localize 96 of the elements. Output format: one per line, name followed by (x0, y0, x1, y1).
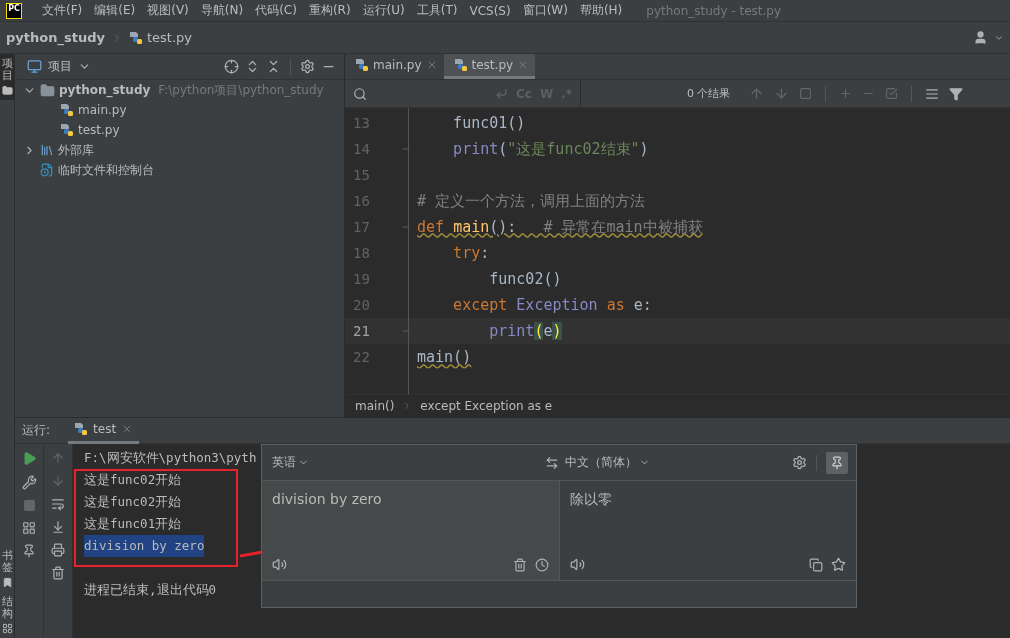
breadcrumb[interactable]: main() (355, 399, 395, 413)
menu-item[interactable]: 视图(V) (141, 2, 195, 19)
panel-title: 运行: (22, 422, 51, 439)
menu-item[interactable]: 帮助(H) (573, 2, 629, 19)
console-line: 这是func01开始 (84, 515, 182, 533)
history-icon[interactable] (534, 557, 549, 572)
tool-window-tab[interactable]: 结构 (0, 591, 15, 638)
python-file-icon (74, 422, 89, 436)
soft-wrap-icon[interactable] (51, 497, 65, 511)
code-line: try: (452, 244, 490, 262)
line-number: 22 (352, 349, 371, 365)
project-icon (27, 59, 42, 74)
language-dropdown[interactable]: 中文（简体） (565, 454, 650, 471)
pin-icon (830, 455, 844, 470)
trash-icon[interactable] (51, 566, 65, 580)
editor-tab[interactable]: test.py (443, 54, 536, 79)
speaker-icon[interactable] (272, 557, 287, 572)
editor-tab[interactable]: main.py (345, 54, 444, 79)
code-line: print(e) (488, 322, 562, 340)
trash-icon[interactable] (512, 557, 527, 572)
library-icon (40, 143, 54, 157)
folder-icon (2, 85, 13, 97)
print-icon[interactable] (51, 543, 65, 557)
structure-icon (2, 623, 13, 634)
breadcrumb[interactable]: test.py (128, 30, 192, 45)
line-number: 19 (352, 271, 371, 287)
console-line: 这是func02开始 (84, 471, 182, 489)
pin-button[interactable] (826, 451, 848, 474)
options-icon[interactable] (924, 86, 939, 101)
wrench-icon[interactable] (21, 475, 37, 490)
language-dropdown[interactable]: 英语 (272, 454, 309, 471)
scratch-file-icon (40, 163, 54, 177)
code-line: # 定义一个方法，调用上面的方法 (417, 191, 646, 211)
code-line: func02() (488, 270, 562, 288)
line-number: 20 (352, 297, 371, 313)
tree-item[interactable]: test.py (78, 123, 120, 137)
python-file-icon (128, 30, 143, 45)
menu-item[interactable]: 运行(U) (356, 2, 411, 19)
swap-icon[interactable] (545, 455, 559, 470)
run-icon[interactable] (21, 451, 37, 466)
line-number: 14 (352, 141, 371, 157)
code-line: def main(): # 异常在main中被捕获 (417, 217, 703, 237)
console-line: F:\网安软件\python3\pyth (84, 449, 257, 467)
line-number: 17 (352, 219, 371, 235)
python-file-icon (355, 58, 369, 72)
source-text[interactable]: division by zero (272, 491, 382, 507)
folder-icon (40, 82, 55, 98)
python-file-icon (60, 123, 74, 137)
star-icon[interactable] (831, 557, 846, 572)
locate-icon[interactable] (224, 59, 239, 74)
line-number: 16 (352, 193, 371, 209)
line-number: 13 (352, 115, 371, 131)
line-number: 15 (352, 167, 371, 183)
app-logo: PC (6, 2, 22, 19)
menu-item[interactable]: 重构(R) (302, 2, 357, 19)
code-line: print("这是func02结束") (452, 139, 649, 159)
breadcrumb[interactable]: except Exception as e (420, 399, 553, 413)
python-file-icon (60, 103, 74, 117)
console-line: 进程已结束,退出代码0 (84, 581, 217, 599)
code-line: main() (417, 348, 472, 366)
user-icon[interactable] (973, 30, 988, 45)
menu-item[interactable]: VCS(S) (463, 3, 517, 18)
code-line: except Exception as e: (452, 296, 652, 314)
speaker-icon[interactable] (569, 557, 585, 572)
tree-item[interactable]: python_study (59, 83, 151, 97)
line-number: 21 (352, 323, 371, 339)
tree-item[interactable]: 外部库 (58, 141, 94, 159)
tool-window-tab[interactable]: 项目 (0, 54, 15, 101)
window-title: python_study - test.py (646, 3, 782, 18)
menu-item[interactable]: 文件(F) (36, 2, 89, 19)
scroll-to-end-icon[interactable] (51, 520, 65, 534)
menu-item[interactable]: 窗口(W) (516, 2, 574, 19)
menu-item[interactable]: 编辑(E) (88, 2, 142, 19)
bookmark-icon (2, 576, 13, 588)
python-file-icon (453, 58, 468, 72)
copy-icon[interactable] (809, 557, 823, 572)
panel-title: 项目 (48, 58, 72, 75)
search-icon (353, 86, 367, 101)
translated-text: 除以零 (569, 491, 612, 509)
settings-icon[interactable] (792, 455, 807, 470)
settings-icon[interactable] (300, 59, 315, 74)
menu-item[interactable]: 导航(N) (194, 2, 250, 19)
filter-icon[interactable] (948, 86, 963, 101)
console-line: 这是func02开始 (84, 493, 182, 511)
newline-icon (495, 87, 508, 100)
tool-window-tab[interactable]: 书签 (0, 545, 15, 592)
result-count: 0 个结果 (687, 86, 731, 101)
line-number: 18 (352, 245, 371, 261)
pin-icon[interactable] (22, 544, 36, 558)
menu-item[interactable]: 代码(C) (249, 2, 303, 19)
code-line: func01() (452, 114, 526, 132)
layout-icon[interactable] (22, 521, 36, 535)
breadcrumb[interactable]: python_study (6, 30, 105, 45)
tree-item[interactable]: 临时文件和控制台 (58, 161, 154, 179)
tree-item[interactable]: main.py (78, 103, 127, 117)
menu-item[interactable]: 工具(T) (410, 2, 464, 19)
